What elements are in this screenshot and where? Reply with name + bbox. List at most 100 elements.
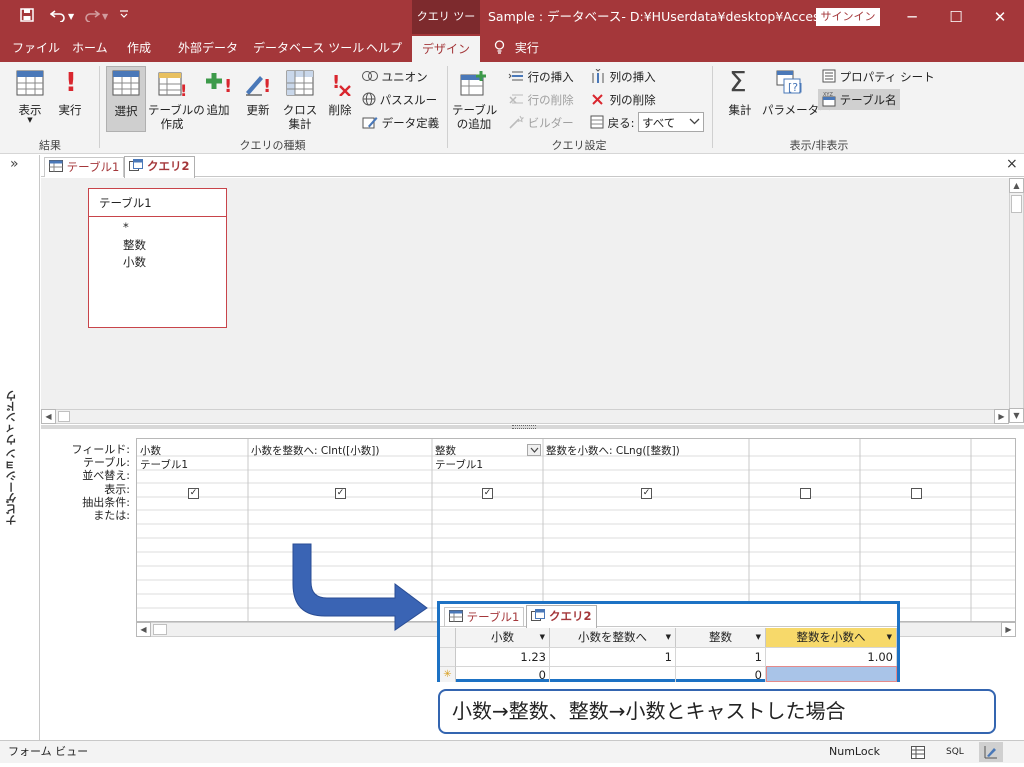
save-icon[interactable]	[20, 8, 34, 26]
datasheet-cell[interactable]: 1	[550, 647, 676, 666]
scroll-thumb[interactable]	[1011, 195, 1022, 213]
grid-show-checkbox[interactable]: ✓	[188, 488, 199, 499]
passthrough-query-button[interactable]: パススルー	[362, 92, 437, 108]
datasheet-header-label: 小数を整数へ	[578, 630, 647, 644]
totals-button[interactable]: Σ 集計	[724, 66, 756, 118]
update-query-button[interactable]: ! 更新	[240, 68, 276, 118]
datasheet-cell-selected[interactable]	[766, 666, 897, 682]
design-grid[interactable]: 小数 テーブル1 ✓ 小数を整数へ: CInt([小数]) ✓ 整数 テーブル1…	[136, 438, 1016, 622]
redo-dropdown-icon[interactable]: ▼	[102, 12, 108, 21]
update-pencil-icon: !	[244, 70, 272, 99]
scroll-left-icon[interactable]: ◀	[136, 622, 151, 637]
return-rows-select[interactable]: すべて	[638, 112, 704, 132]
grid-field-cell[interactable]: 整数を小数へ: CLng([整数])	[546, 443, 748, 458]
close-document-icon[interactable]: ×	[1006, 156, 1018, 172]
field-list-item[interactable]: 小数	[123, 254, 146, 270]
tab-database-tools[interactable]: データベース ツール	[253, 34, 364, 62]
return-label: 戻る:	[607, 116, 635, 130]
grid-field-cell[interactable]: 整数	[435, 443, 525, 458]
datasheet-header-selected[interactable]: 整数を小数へ ▼	[766, 628, 897, 647]
property-sheet-button[interactable]: プロパティ シート	[822, 69, 935, 85]
delete-rows-button[interactable]: 行の削除	[508, 92, 574, 108]
table-pane-horizontal-scrollbar[interactable]: ◀ ▶	[41, 409, 1009, 424]
tab-file[interactable]: ファイル	[12, 34, 60, 62]
property-sheet-label: プロパティ シート	[839, 70, 935, 84]
field-dropdown-button[interactable]	[527, 444, 541, 456]
datasheet-header[interactable]: 小数 ▼	[456, 628, 550, 647]
append-query-button[interactable]: ! 追加	[202, 68, 234, 118]
grid-table-cell[interactable]: テーブル1	[435, 457, 541, 472]
datasheet-header[interactable]: 小数を整数へ ▼	[550, 628, 676, 647]
view-button[interactable]: 表示 ▼	[12, 68, 48, 128]
datasheet-cell[interactable]: 1	[676, 647, 766, 666]
datasheet-view-icon[interactable]	[911, 745, 925, 767]
tell-me-search[interactable]: 実行	[494, 34, 539, 62]
grid-table-cell[interactable]: テーブル1	[140, 457, 246, 472]
customize-quick-access-icon[interactable]	[119, 9, 129, 22]
datasheet-cell[interactable]: 1.23	[456, 647, 550, 666]
data-definition-query-button[interactable]: データ定義	[362, 115, 439, 131]
datasheet-cell[interactable]: 0	[676, 666, 766, 682]
design-view-button[interactable]	[979, 742, 1003, 762]
select-all-corner[interactable]	[440, 628, 456, 647]
grid-field-cell[interactable]: 小数	[140, 443, 246, 458]
tab-help[interactable]: ヘルプ	[366, 34, 402, 62]
datasheet-cell[interactable]: 0	[456, 666, 550, 682]
restore-button[interactable]: ☐	[934, 0, 978, 34]
scroll-left-icon[interactable]: ◀	[41, 409, 56, 424]
redo-icon[interactable]	[84, 8, 101, 26]
select-query-button[interactable]: 選択	[106, 66, 146, 132]
grid-field-cell[interactable]: 小数を整数へ: CInt([小数])	[251, 443, 431, 458]
grid-show-checkbox[interactable]: ✓	[641, 488, 652, 499]
delete-query-button[interactable]: ! 削除	[324, 68, 356, 118]
new-record-icon[interactable]: ✳	[440, 666, 456, 682]
tab-create[interactable]: 作成	[127, 34, 151, 62]
scroll-right-icon[interactable]: ▶	[1001, 622, 1016, 637]
delete-columns-button[interactable]: 列の削除	[590, 92, 656, 108]
datasheet-header[interactable]: 整数 ▼	[676, 628, 766, 647]
sql-view-button[interactable]: SQL	[946, 741, 964, 763]
undo-dropdown-icon[interactable]: ▼	[68, 12, 74, 21]
insert-columns-button[interactable]: 列の挿入	[590, 68, 656, 85]
make-table-button[interactable]: ! テーブルの 作成	[148, 68, 205, 134]
doc-tab-query2[interactable]: クエリ2	[124, 156, 195, 178]
undo-icon[interactable]	[49, 8, 66, 26]
datasheet-tab-query2[interactable]: クエリ2	[526, 605, 597, 628]
field-list-table1[interactable]: テーブル1 * 整数 小数	[88, 188, 227, 328]
scroll-down-icon[interactable]: ▼	[1009, 408, 1024, 423]
scroll-right-icon[interactable]: ▶	[994, 409, 1009, 424]
scroll-thumb[interactable]	[153, 624, 167, 635]
tab-home[interactable]: ホーム	[72, 34, 108, 62]
record-selector[interactable]	[440, 647, 456, 666]
union-query-button[interactable]: ユニオン	[362, 69, 428, 85]
datasheet-cell[interactable]: 1.00	[766, 647, 897, 666]
close-button[interactable]: ✕	[978, 0, 1022, 34]
minimize-button[interactable]: ─	[890, 0, 934, 34]
grid-show-checkbox[interactable]	[800, 488, 811, 499]
grid-show-checkbox[interactable]: ✓	[482, 488, 493, 499]
doc-tab-table1[interactable]: テーブル1	[44, 157, 125, 177]
builder-button[interactable]: ビルダー	[508, 115, 574, 131]
crosstab-query-button[interactable]: クロス 集計	[282, 68, 318, 134]
tab-external-data[interactable]: 外部データ	[178, 34, 238, 62]
field-list-item[interactable]: 整数	[123, 237, 146, 253]
datasheet-tab-table1-label: テーブル1	[466, 610, 520, 624]
datasheet-cell[interactable]	[550, 666, 676, 682]
field-list-title[interactable]: テーブル1	[89, 189, 226, 217]
datasheet-tab-table1[interactable]: テーブル1	[444, 607, 525, 627]
tab-design[interactable]: デザイン	[412, 36, 480, 62]
expand-nav-icon[interactable]: »	[10, 156, 19, 172]
scroll-thumb[interactable]	[58, 411, 70, 422]
scroll-up-icon[interactable]: ▲	[1009, 178, 1024, 193]
show-table-button[interactable]: テーブル の追加	[452, 68, 497, 134]
signin-button[interactable]: サインイン	[816, 8, 880, 26]
field-list-item[interactable]: *	[123, 220, 129, 234]
svg-text:!: !	[263, 76, 271, 96]
table-names-toggle[interactable]: XYZ テーブル名	[818, 89, 901, 110]
table-pane-vertical-scrollbar[interactable]: ▲ ▼	[1009, 178, 1024, 423]
grid-show-checkbox[interactable]: ✓	[335, 488, 346, 499]
parameters-button[interactable]: [?] パラメーター	[762, 68, 831, 118]
run-button[interactable]: ! 実行	[54, 68, 86, 118]
insert-rows-button[interactable]: 行の挿入	[508, 69, 574, 85]
grid-show-checkbox[interactable]	[911, 488, 922, 499]
